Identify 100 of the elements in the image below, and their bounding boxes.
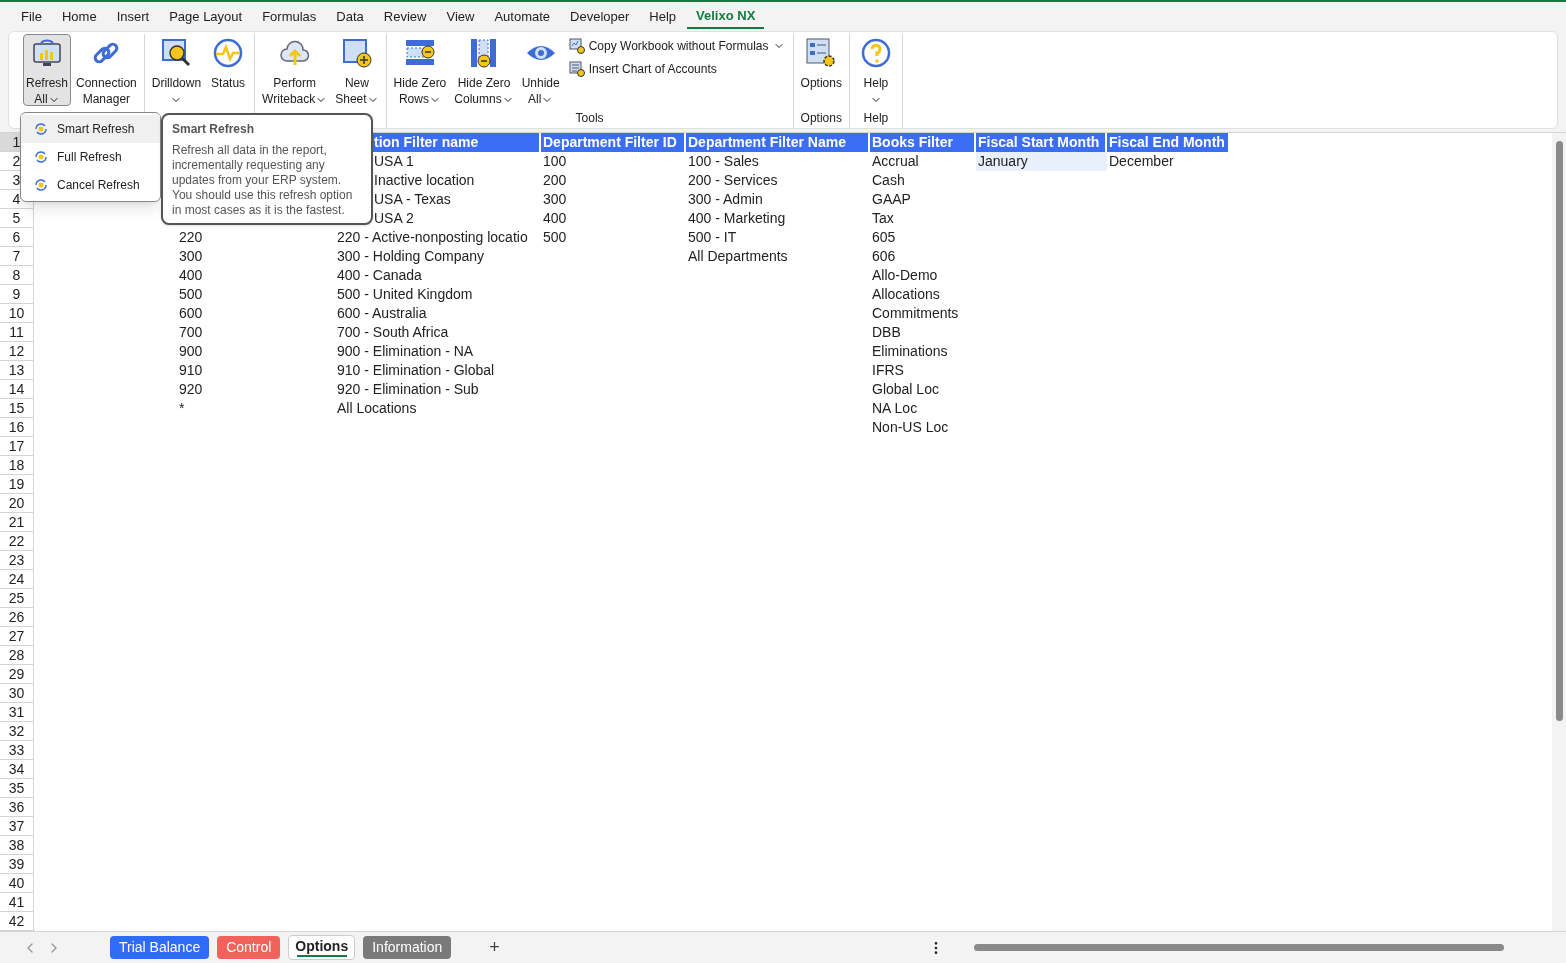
- ribbon-tab[interactable]: Developer: [561, 4, 639, 29]
- row-header[interactable]: 41: [0, 893, 34, 912]
- sheet-tab[interactable]: Options: [288, 935, 356, 960]
- table-cell-text: 605: [871, 228, 897, 247]
- row-header[interactable]: 8: [0, 266, 34, 285]
- ribbon-button[interactable]: Drilldown: [148, 34, 205, 106]
- new-sheet-icon: [340, 37, 373, 69]
- table-cell-text: IFRS: [871, 361, 905, 380]
- row-header[interactable]: 24: [0, 570, 34, 589]
- row-header[interactable]: 9: [0, 285, 34, 304]
- row-header[interactable]: 26: [0, 608, 34, 627]
- row-header[interactable]: 12: [0, 342, 34, 361]
- row-header[interactable]: 15: [0, 399, 34, 418]
- table-cell-text: 920 - Elimination - Sub: [336, 380, 480, 399]
- ribbon-button[interactable]: Refresh All: [23, 34, 72, 106]
- row-header[interactable]: 42: [0, 912, 34, 931]
- column-header: tion Filter name: [372, 133, 539, 152]
- row-header[interactable]: 16: [0, 418, 34, 437]
- table-cell-text: 920: [178, 380, 204, 399]
- tooltip-title: Smart Refresh: [172, 121, 256, 138]
- ribbon-button[interactable]: Unhide All: [518, 34, 563, 106]
- column-header: Fiscal Start Month: [976, 133, 1105, 152]
- magnifier-icon: [160, 37, 193, 69]
- row-header[interactable]: 17: [0, 437, 34, 456]
- ribbon-button[interactable]: Help: [853, 34, 898, 106]
- ribbon-tab[interactable]: Review: [374, 4, 436, 29]
- ribbon-tab[interactable]: Home: [52, 4, 106, 29]
- row-header[interactable]: 30: [0, 684, 34, 703]
- ribbon-button[interactable]: Hide Zero Columns: [451, 34, 517, 106]
- ribbon-tab[interactable]: Insert: [107, 4, 159, 29]
- table-cell-text: 606: [871, 247, 897, 266]
- options-gear-icon: [805, 37, 838, 69]
- row-header[interactable]: 32: [0, 722, 34, 741]
- table-cell-text: Global Loc: [871, 380, 940, 399]
- sheet-tab[interactable]: Trial Balance: [110, 936, 210, 959]
- table-cell-text: 910: [178, 361, 204, 380]
- row-header[interactable]: 29: [0, 665, 34, 684]
- table-cell-text: 400 - Marketing: [687, 209, 787, 228]
- row-header[interactable]: 37: [0, 817, 34, 836]
- ribbon-tab[interactable]: Page Layout: [160, 4, 252, 29]
- vertical-scrollbar[interactable]: [1552, 133, 1566, 931]
- row-header[interactable]: 38: [0, 836, 34, 855]
- row-header[interactable]: 27: [0, 627, 34, 646]
- row-header[interactable]: 28: [0, 646, 34, 665]
- ribbon-tab[interactable]: File: [12, 4, 51, 29]
- table-cell-text: All Departments: [687, 247, 789, 266]
- row-header[interactable]: 14: [0, 380, 34, 399]
- row-header[interactable]: 5: [0, 209, 34, 228]
- ribbon-button[interactable]: Perform Writeback: [259, 34, 331, 106]
- menu-item[interactable]: Smart Refresh: [21, 115, 160, 143]
- table-cell-text: GAAP: [871, 190, 912, 209]
- table-cell-text: 500: [542, 228, 568, 247]
- row-header[interactable]: 7: [0, 247, 34, 266]
- tooltip-text: Refresh all data in the report, incrementally requesting any updates from your ERP system. You should use this refresh option in most cases as it is the fastest.: [172, 143, 354, 218]
- ribbon-button[interactable]: New Sheet: [332, 34, 382, 106]
- table-cell-text: 300: [542, 190, 568, 209]
- ribbon-button[interactable]: Hide Zero Rows: [390, 34, 450, 106]
- row-header[interactable]: 36: [0, 798, 34, 817]
- ribbon-tab[interactable]: Velixo NX: [687, 4, 765, 29]
- row-header[interactable]: 23: [0, 551, 34, 570]
- row-header[interactable]: 25: [0, 589, 34, 608]
- sheet-tab[interactable]: Information: [363, 936, 452, 959]
- row-header[interactable]: 6: [0, 228, 34, 247]
- row-header[interactable]: 34: [0, 760, 34, 779]
- row-header[interactable]: 40: [0, 874, 34, 893]
- refresh-icon: [33, 121, 49, 137]
- group-label: Tools: [574, 110, 605, 127]
- ribbon-small-button[interactable]: Copy Workbook without Formulas: [564, 36, 789, 56]
- table-cell-text: 220 - Active-nonposting locatio: [336, 228, 529, 247]
- table-cell-text: 500: [178, 285, 204, 304]
- row-header[interactable]: 20: [0, 494, 34, 513]
- row-header[interactable]: 19: [0, 475, 34, 494]
- row-header[interactable]: 10: [0, 304, 34, 323]
- row-header[interactable]: 31: [0, 703, 34, 722]
- table-cell-text: 300: [178, 247, 204, 266]
- row-header[interactable]: 35: [0, 779, 34, 798]
- ribbon-button[interactable]: Connection Manager: [73, 34, 140, 106]
- ribbon-tab[interactable]: Help: [640, 4, 686, 29]
- table-cell-text: 910 - Elimination - Global: [336, 361, 496, 380]
- row-header[interactable]: 39: [0, 855, 34, 874]
- ribbon-button[interactable]: Status: [206, 34, 251, 106]
- row-header[interactable]: 33: [0, 741, 34, 760]
- ribbon-tab[interactable]: Formulas: [253, 4, 326, 29]
- ribbon-tab[interactable]: Automate: [485, 4, 560, 29]
- table-cell-text: NA Loc: [871, 399, 919, 418]
- ribbon-small-button[interactable]: Insert Chart of Accounts: [564, 59, 789, 79]
- table-cell-text: *: [178, 399, 186, 418]
- table-cell-text: 200 - Services: [687, 171, 779, 190]
- row-header[interactable]: 11: [0, 323, 34, 342]
- add-sheet-button[interactable]: +: [489, 934, 500, 961]
- table-cell-text: 500 - United Kingdom: [336, 285, 474, 304]
- ribbon-tab[interactable]: View: [437, 4, 484, 29]
- ribbon-tab[interactable]: Data: [327, 4, 373, 29]
- table-cell-text: 600: [178, 304, 204, 323]
- column-header: Fiscal End Month: [1107, 133, 1228, 152]
- ribbon-button[interactable]: Options: [797, 34, 845, 106]
- row-header[interactable]: 21: [0, 513, 34, 532]
- row-header[interactable]: 18: [0, 456, 34, 475]
- row-header[interactable]: 22: [0, 532, 34, 551]
- row-header[interactable]: 13: [0, 361, 34, 380]
